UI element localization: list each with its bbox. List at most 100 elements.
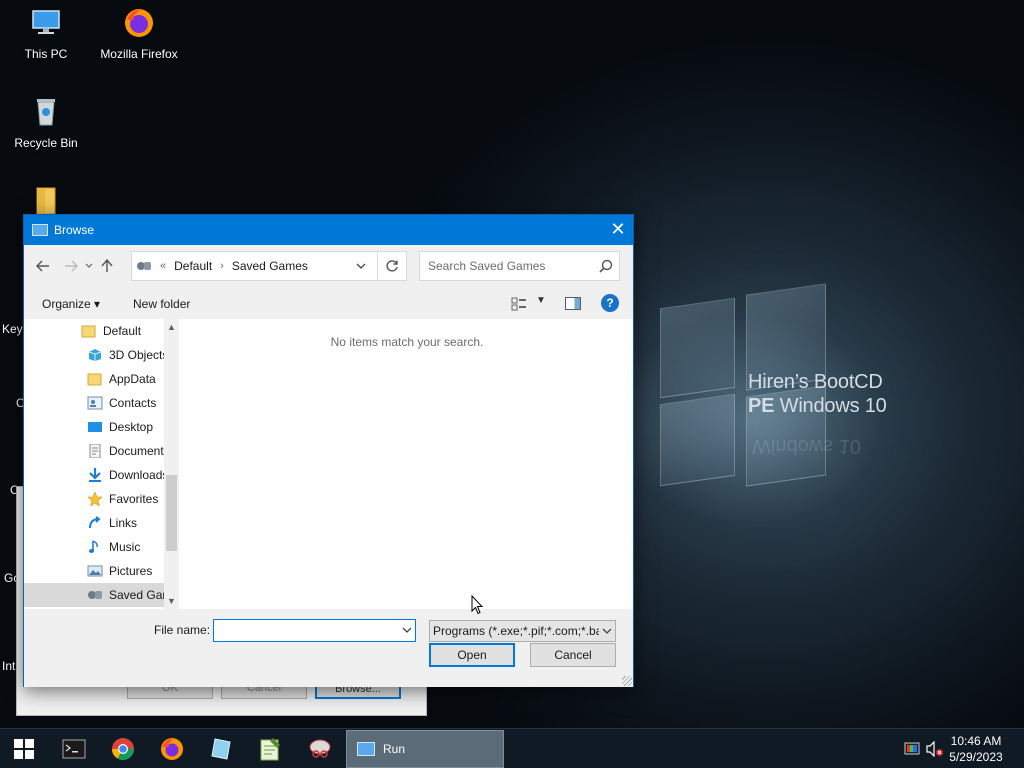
breadcrumb-item-default[interactable]: Default [174, 259, 212, 273]
tree-item-label: AppData [109, 372, 156, 386]
desktop-icon-recycle-bin[interactable]: Recycle Bin [4, 95, 88, 150]
tree-item[interactable]: Pictures [24, 559, 179, 583]
open-button[interactable]: Open [429, 643, 515, 667]
tree-item[interactable]: 3D Objects [24, 343, 179, 367]
firefox-icon [125, 9, 153, 37]
breadcrumb-overflow[interactable]: « [160, 260, 166, 272]
up-arrow-icon[interactable] [96, 255, 118, 277]
empty-message: No items match your search. [330, 335, 484, 349]
computer-icon [32, 10, 60, 34]
taskbar-firefox[interactable] [157, 734, 187, 764]
scrollbar-thumb[interactable] [166, 475, 177, 551]
wallpaper-line2: PE Windows 10 [748, 395, 887, 417]
volume-muted-icon[interactable] [926, 741, 944, 757]
taskbar-run-label: Run [383, 742, 406, 756]
command-bar: Organize ▾ New folder ▼ ? [24, 289, 633, 319]
tree-item[interactable]: Default [24, 319, 179, 343]
taskbar-chrome[interactable] [108, 734, 138, 764]
file-list[interactable]: No items match your search. [181, 319, 633, 609]
preview-pane-icon[interactable] [565, 297, 581, 310]
address-bar[interactable]: « Default › Saved Games [131, 251, 406, 281]
tree-item[interactable]: Documents [24, 439, 179, 463]
mouse-cursor-icon [471, 595, 483, 615]
search-input[interactable]: Search Saved Games [419, 251, 620, 281]
glass-window-icon [211, 738, 231, 760]
close-button[interactable]: ✕ [603, 215, 633, 245]
organize-button[interactable]: Organize ▾ [42, 297, 100, 311]
tree-item[interactable]: Music [24, 535, 179, 559]
start-button[interactable] [0, 729, 48, 768]
scroll-down-arrow-icon[interactable]: ▼ [164, 593, 179, 609]
back-arrow-icon[interactable] [32, 255, 54, 277]
tree-item[interactable]: Links [24, 511, 179, 535]
scroll-up-arrow-icon[interactable]: ▲ [164, 319, 179, 335]
file-name-label: File name: [154, 623, 211, 637]
new-folder-button[interactable]: New folder [133, 297, 190, 311]
navigation-pane: Default 3D Objects AppData Contacts Desktop D… [24, 319, 179, 609]
clock[interactable]: 10:46 AM 5/29/2023 [946, 733, 1006, 765]
desktop-icon-firefox[interactable]: Mozilla Firefox [97, 6, 181, 61]
cancel-button[interactable]: Cancel [530, 643, 616, 667]
tree-item-label: Links [109, 516, 138, 530]
recent-locations-chevron-icon[interactable] [82, 255, 96, 277]
tree-item-label: Favorites [109, 492, 159, 506]
file-type-select[interactable]: Programs (*.exe;*.pif;*.com;*.bat;*.cmd) [429, 620, 616, 642]
tree-item[interactable]: Saved Games [24, 583, 179, 607]
tree-item-label: 3D Objects [109, 348, 169, 362]
desktop-edge-label[interactable]: Keyl [2, 322, 25, 336]
clock-date: 5/29/2023 [949, 750, 1003, 764]
tree-item-label: Contacts [109, 396, 157, 410]
tree-item-label: Music [109, 540, 141, 554]
desktop-icon-this-pc[interactable]: This PC [4, 6, 88, 61]
tree-item[interactable]: AppData [24, 367, 179, 391]
clock-time: 10:46 AM [950, 734, 1002, 748]
taskbar-run-window[interactable]: Run [346, 730, 504, 768]
file-name-dropdown-chevron-icon[interactable] [398, 620, 415, 641]
title-bar[interactable]: Browse ✕ [24, 215, 633, 245]
dialog-title: Browse [54, 223, 95, 237]
refresh-button[interactable] [377, 251, 407, 281]
desktop-edge-label[interactable]: Int [2, 659, 15, 673]
taskbar: Run 10:46 AM 5/29/2023 [0, 728, 1024, 768]
tree-item[interactable]: Contacts [24, 391, 179, 415]
tree-item-label: Documents [109, 444, 170, 458]
folder-icon [36, 187, 56, 215]
command-prompt-icon [62, 739, 86, 759]
folder-icon [81, 325, 96, 338]
downloads-icon [89, 468, 101, 482]
breadcrumb-item-saved-games[interactable]: Saved Games [232, 259, 308, 273]
desktop-icon-label: Recycle Bin [14, 136, 78, 150]
taskbar-notepad[interactable] [255, 734, 285, 764]
desktop-icon [88, 422, 102, 432]
3d-objects-icon [88, 349, 102, 361]
forward-arrow-icon[interactable] [60, 255, 82, 277]
search-icon[interactable] [599, 259, 613, 273]
tree-item-label: Default [103, 324, 142, 338]
color-display-icon[interactable] [904, 741, 920, 757]
favorites-icon [87, 492, 103, 506]
music-icon [89, 540, 98, 553]
taskbar-snipping-tool[interactable] [305, 734, 335, 764]
links-icon [89, 516, 101, 529]
notepad-icon [260, 738, 280, 761]
view-options-chevron-icon[interactable]: ▼ [536, 295, 546, 306]
wallpaper-brand-text: Hiren’s BootCD PE Windows 10 [748, 370, 887, 418]
file-type-chevron-icon [599, 621, 615, 641]
change-view-icon[interactable] [511, 296, 527, 312]
tree-item-label: Downloads [109, 468, 169, 482]
tree-item[interactable]: Favorites [24, 487, 179, 511]
file-type-value: Programs (*.exe;*.pif;*.com;*.bat;*.cmd) [433, 624, 615, 638]
tree-item[interactable]: Downloads [24, 463, 179, 487]
taskbar-command-prompt[interactable] [59, 734, 89, 764]
tree-item[interactable]: Desktop [24, 415, 179, 439]
recycle-bin-icon [37, 99, 55, 126]
taskbar-app-explorer[interactable] [206, 734, 236, 764]
resize-grip-icon[interactable] [622, 676, 632, 686]
navigation-pane-scrollbar[interactable]: ▲ ▼ [164, 319, 179, 609]
scissors-icon [309, 739, 331, 758]
address-dropdown-chevron-icon[interactable] [345, 252, 375, 280]
file-name-input[interactable] [213, 619, 416, 642]
firefox-icon [161, 738, 183, 760]
help-icon[interactable]: ? [601, 294, 619, 312]
breadcrumb-separator-icon: › [220, 260, 224, 272]
